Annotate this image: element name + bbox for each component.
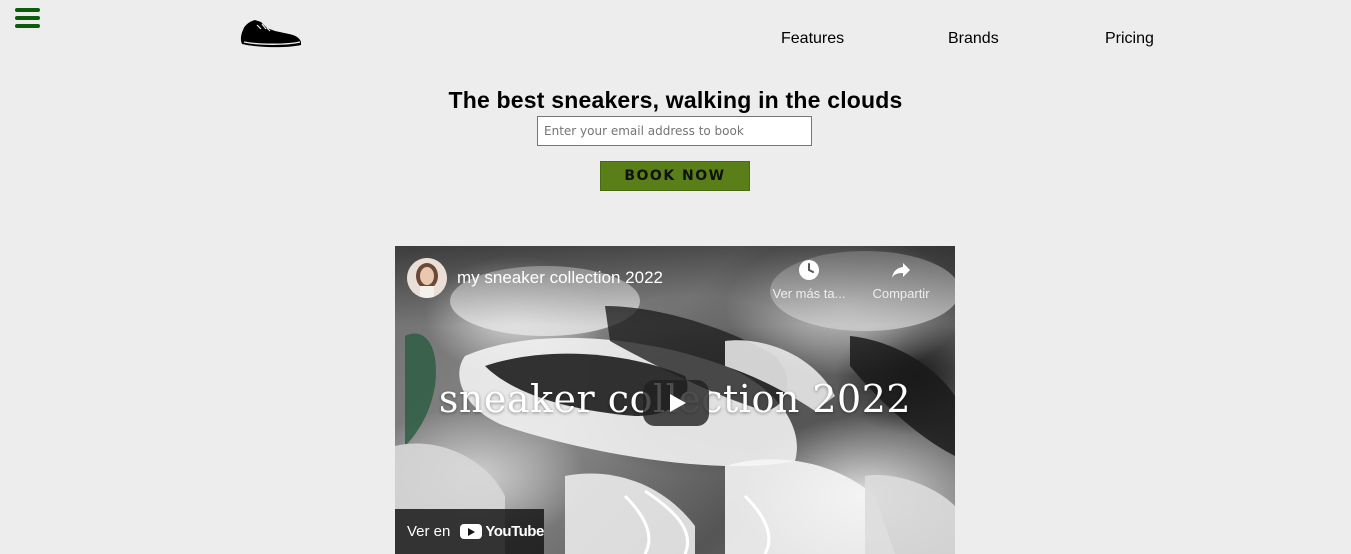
clock-icon: [799, 260, 819, 280]
youtube-play-icon: [460, 524, 483, 539]
menu-bar: [15, 8, 40, 12]
watch-on-youtube-button[interactable]: Ver en YouTube: [395, 509, 544, 554]
video-embed[interactable]: my sneaker collection 2022 Ver más ta...…: [395, 246, 955, 554]
watch-later-label: Ver más ta...: [772, 286, 846, 301]
menu-bar: [15, 16, 40, 20]
share-label: Compartir: [872, 286, 930, 301]
nav-link-brands[interactable]: Brands: [948, 30, 999, 48]
youtube-wordmark: YouTube: [485, 523, 544, 540]
share-button[interactable]: Compartir: [861, 258, 941, 301]
nav-link-pricing[interactable]: Pricing: [1105, 30, 1154, 48]
watch-later-button[interactable]: Ver más ta...: [769, 258, 849, 301]
hero-title: The best sneakers, walking in the clouds: [448, 87, 903, 113]
book-now-button[interactable]: BOOK NOW: [600, 161, 750, 191]
nav-link-features[interactable]: Features: [781, 30, 844, 48]
menu-bar: [15, 24, 40, 28]
email-input[interactable]: [537, 116, 812, 146]
youtube-logo: YouTube: [460, 523, 544, 540]
video-title[interactable]: my sneaker collection 2022: [457, 268, 663, 288]
avatar-image: [407, 258, 447, 298]
hamburger-menu-icon[interactable]: [15, 8, 40, 30]
play-button[interactable]: [643, 380, 709, 426]
watch-on-label: Ver en: [407, 523, 451, 540]
share-arrow-icon: [892, 263, 910, 278]
sneaker-logo-icon[interactable]: [239, 16, 303, 50]
channel-avatar[interactable]: [407, 258, 447, 298]
